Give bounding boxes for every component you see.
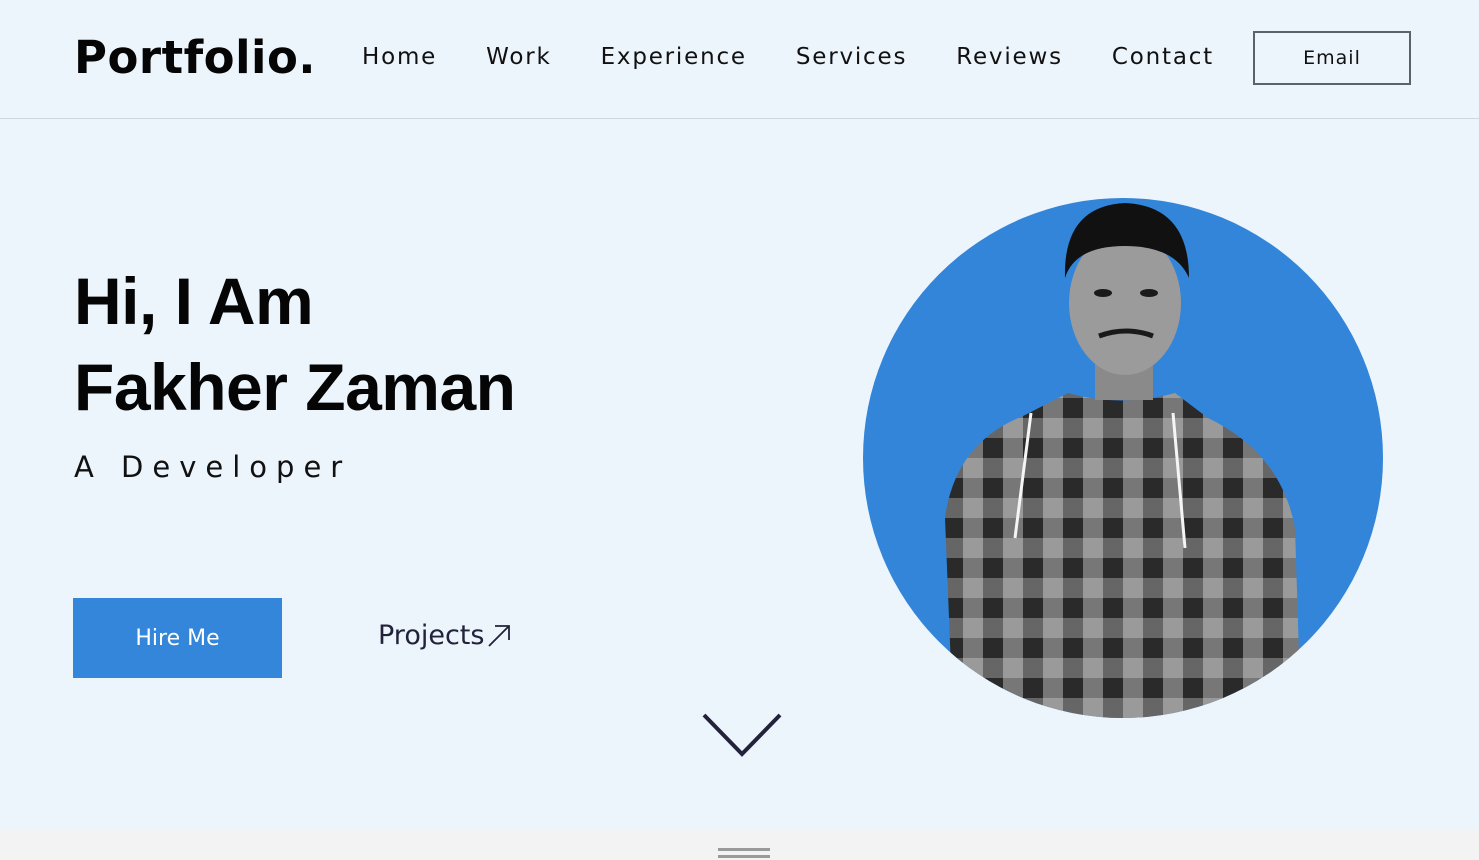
main-nav: Home Work Experience Services Reviews Co… (362, 44, 1263, 70)
projects-link[interactable]: Projects (378, 620, 512, 651)
nav-item-contact[interactable]: Contact (1112, 44, 1214, 70)
drag-handle-icon[interactable] (718, 848, 770, 860)
nav-item-work[interactable]: Work (486, 44, 551, 70)
site-header: Portfolio. Home Work Experience Services… (0, 0, 1479, 119)
portfolio-page: Portfolio. Home Work Experience Services… (0, 0, 1479, 860)
chevron-down-icon[interactable] (702, 712, 782, 758)
hire-me-button[interactable]: Hire Me (73, 598, 282, 678)
projects-label: Projects (378, 620, 485, 651)
nav-item-services[interactable]: Services (796, 44, 907, 70)
nav-item-experience[interactable]: Experience (601, 44, 747, 70)
hero-greeting: Hi, I Am (74, 264, 314, 338)
nav-item-home[interactable]: Home (362, 44, 437, 70)
site-logo[interactable]: Portfolio. (74, 31, 316, 84)
profile-photo (863, 198, 1383, 718)
next-section-strip (0, 830, 1479, 860)
nav-item-reviews[interactable]: Reviews (956, 44, 1063, 70)
hero-role: A Developer (74, 450, 352, 484)
hero-name: Fakher Zaman (74, 350, 516, 424)
arrow-up-right-icon (488, 624, 511, 647)
email-button[interactable]: Email (1253, 31, 1411, 85)
hero-heading: Hi, I Am Fakher Zaman (74, 258, 516, 430)
profile-illustration (945, 203, 1301, 718)
